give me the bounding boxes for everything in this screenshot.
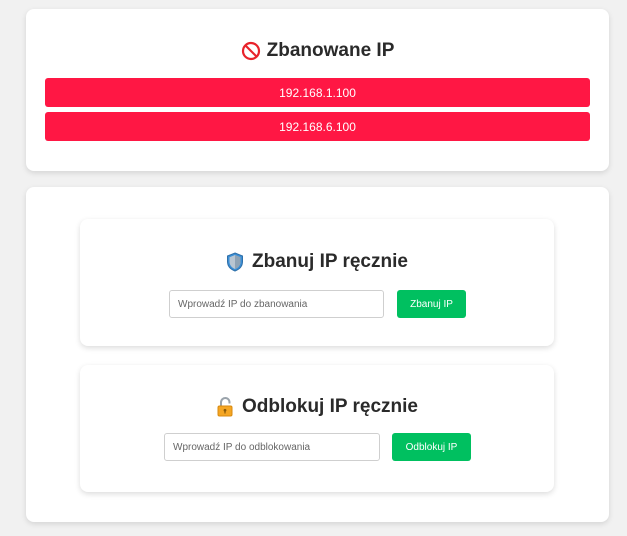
unban-ip-heading: Odblokuj IP ręcznie bbox=[80, 394, 554, 420]
banned-ip-card: Zbanowane IP 192.168.1.100 192.168.6.100 bbox=[26, 9, 609, 171]
unlocked-lock-icon bbox=[216, 396, 234, 417]
ban-ip-section: Zbanuj IP ręcznie Zbanuj IP bbox=[80, 219, 554, 346]
unban-ip-section: Odblokuj IP ręcznie Odblokuj IP bbox=[80, 365, 554, 492]
banned-ip-row: 192.168.1.100 bbox=[45, 78, 590, 107]
unban-ip-button[interactable]: Odblokuj IP bbox=[392, 433, 471, 461]
banned-ip-title: Zbanowane IP bbox=[266, 40, 395, 61]
ban-ip-input[interactable] bbox=[169, 290, 384, 318]
banned-ip-row: 192.168.6.100 bbox=[45, 112, 590, 141]
banned-ip-value: 192.168.1.100 bbox=[279, 85, 356, 100]
ban-ip-title: Zbanuj IP ręcznie bbox=[252, 251, 408, 272]
shield-icon bbox=[226, 252, 244, 272]
ban-ip-button[interactable]: Zbanuj IP bbox=[397, 290, 466, 318]
unban-ip-title: Odblokuj IP ręcznie bbox=[242, 396, 418, 417]
prohibited-icon bbox=[241, 41, 261, 61]
banned-ip-value: 192.168.6.100 bbox=[279, 119, 356, 134]
ip-management-card: Zbanuj IP ręcznie Zbanuj IP Odblokuj IP … bbox=[26, 187, 609, 522]
ban-ip-heading: Zbanuj IP ręcznie bbox=[80, 249, 554, 275]
unban-ip-input[interactable] bbox=[164, 433, 380, 461]
banned-ip-heading: Zbanowane IP bbox=[26, 39, 609, 63]
